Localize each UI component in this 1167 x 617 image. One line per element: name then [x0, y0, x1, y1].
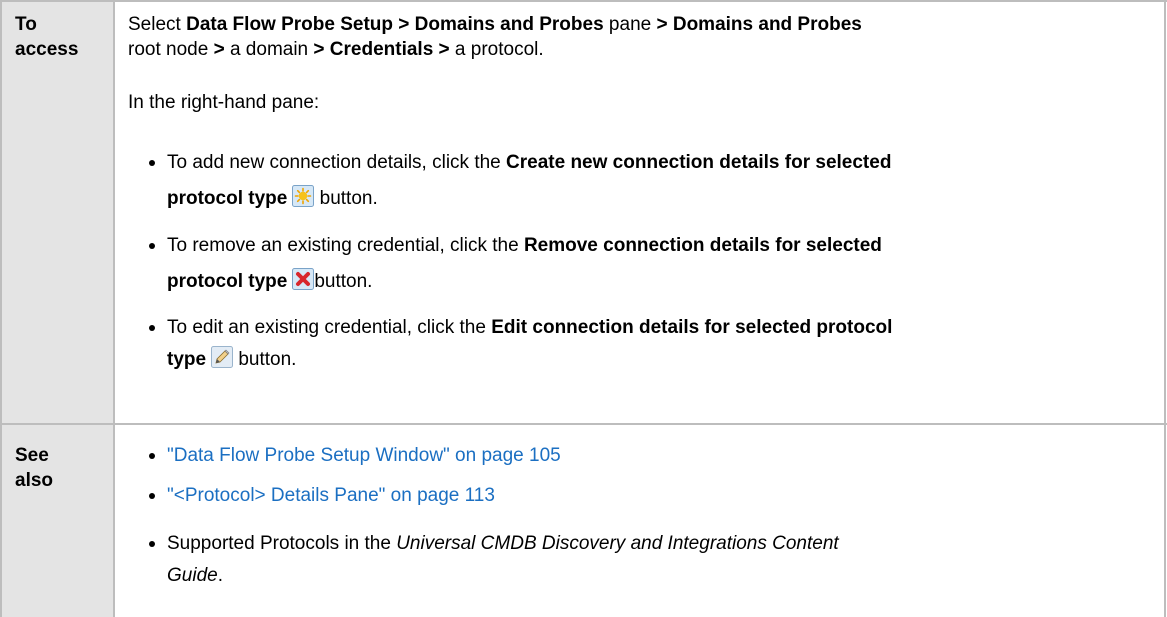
table-top-border [0, 0, 1167, 2]
row-label-to-access: To access [15, 14, 79, 60]
create-bullet-line1: To add new connection details, click the… [167, 152, 892, 173]
create-bullet-line2: protocol type button. [167, 185, 378, 211]
edit-bullet-line2: type button. [167, 346, 296, 372]
access-instruction-line1: Select Data Flow Probe Setup > Domains a… [128, 14, 862, 35]
bullet-dot [149, 325, 155, 331]
edit-pencil-icon [211, 346, 234, 368]
link-data-flow-probe-setup-window[interactable]: "Data Flow Probe Setup Window" on page 1… [167, 445, 561, 466]
remove-bullet-line2: protocol type button. [167, 268, 372, 294]
bullet-dot [149, 453, 155, 459]
remove-bullet-line1: To remove an existing credential, click … [167, 235, 882, 256]
table-left-border [0, 0, 2, 617]
link-protocol-details-item: "<Protocol> Details Pane" on page 113 [167, 483, 495, 508]
edit-bullet-line1: To edit an existing credential, click th… [167, 317, 893, 338]
info-table: To access Select Data Flow Probe Setup >… [0, 0, 1167, 617]
supported-protocols-line2: Guide. [167, 565, 223, 586]
access-instruction-line2: root node > a domain > Credentials > a p… [128, 39, 544, 60]
create-new-icon [292, 185, 315, 207]
bullet-dot [149, 243, 155, 249]
link-probe-setup-window-item: "Data Flow Probe Setup Window" on page 1… [167, 443, 561, 468]
remove-icon [292, 268, 315, 290]
right-pane-intro: In the right-hand pane: [128, 92, 320, 113]
supported-protocols-line1: Supported Protocols in the Universal CMD… [167, 533, 839, 554]
bullet-dot [149, 160, 155, 166]
row-divider [0, 423, 1167, 425]
label-column [1, 1, 113, 617]
table-right-border [1164, 0, 1166, 617]
column-divider [113, 0, 115, 617]
row-label-see-also: See also [15, 445, 54, 491]
bullet-dot [149, 541, 155, 547]
bullet-dot [149, 493, 155, 499]
link-protocol-details-pane[interactable]: "<Protocol> Details Pane" on page 113 [167, 485, 495, 506]
